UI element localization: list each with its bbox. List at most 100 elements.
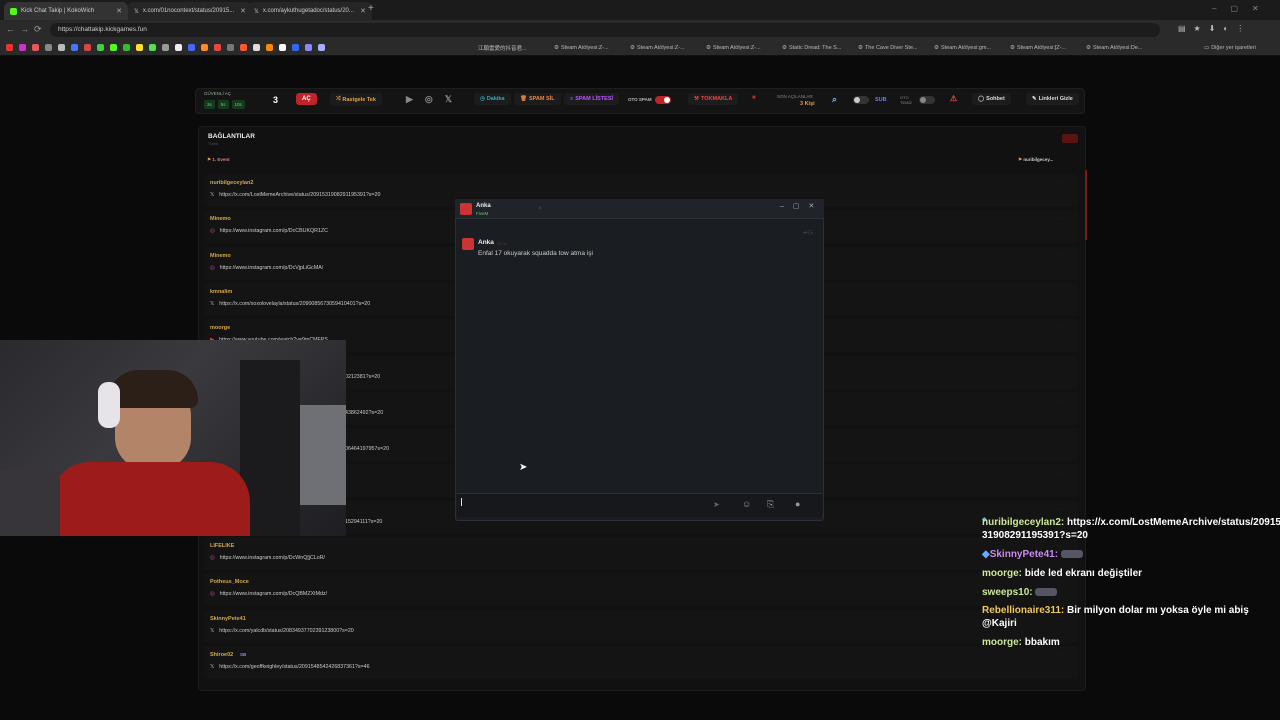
row-link-text: https://x.com/geoffkeighley/status/20915… — [219, 663, 370, 670]
browser-tab-3[interactable]: 𝕏x.com/aykuthugetadoc/status/20... ✕ — [248, 2, 372, 20]
steam-icon: ⚙ — [1010, 45, 1015, 51]
webcam-person-hair — [108, 370, 198, 408]
row-time: · · · — [1054, 397, 1061, 403]
row-link[interactable]: 06464197957s=20 — [345, 446, 389, 452]
browser-tab-1[interactable]: Kick Chat Takip | KokoWich ✕ — [4, 2, 128, 20]
table-row[interactable] — [204, 573, 1078, 607]
window-controls[interactable]: –▢✕ — [1212, 4, 1273, 13]
attach-icon[interactable]: ⎘ — [767, 499, 774, 510]
contact-avatar — [460, 203, 472, 215]
guvenli-options[interactable]: 3s 5s 10s — [204, 100, 245, 109]
address-bar[interactable]: https://chattakip.kickgames.fun — [50, 23, 1160, 37]
row-link[interactable]: 0212381?s=20 — [345, 374, 380, 380]
browser-extension-icons[interactable]: ▤★⬇◐⋮ — [1178, 24, 1252, 33]
list-icon: ≡ — [570, 96, 574, 102]
microphone-icon[interactable]: ● — [795, 499, 800, 509]
panel-subtitle: Tümü — [208, 141, 219, 146]
spam-sil-button[interactable]: 🗑 SPAM SİL — [514, 93, 561, 105]
chat-line: moorge: bbakım — [982, 637, 1060, 648]
oto-spam-toggle[interactable] — [655, 96, 671, 104]
row-username[interactable]: Shiroe02 — [210, 652, 233, 658]
row-username[interactable]: SkinnyPete41 — [210, 616, 246, 622]
sohbet-button[interactable]: ◯ Sohbet — [972, 93, 1011, 105]
row-username[interactable]: nuribilgeceylan2 — [210, 180, 253, 186]
row-time: · · · — [1054, 543, 1061, 548]
alert-icon[interactable]: ⚠ — [950, 94, 957, 103]
filter-left[interactable]: ⚑ 1. Event — [207, 157, 230, 163]
message-user: Anka — [478, 239, 494, 246]
row-username[interactable]: kmnalim — [210, 289, 232, 295]
row-link[interactable]: 𝕏https://x.com/LostMemeArchive/status/20… — [210, 192, 380, 198]
row-link-text: https://www.instagram.com/p/DcWnQ[jCLoR/ — [219, 555, 326, 561]
oto-temiz-toggle[interactable] — [919, 96, 935, 104]
chat-line: ◆SkinnyPete41: — [982, 549, 1083, 560]
x-icon: 𝕏 — [210, 663, 215, 670]
row-link[interactable]: 𝕏https://x.com/xoxolovelayla/status/2090… — [210, 301, 370, 307]
steam-icon: ⚙ — [706, 45, 711, 51]
dakika-button[interactable]: ◷ Dakika — [474, 93, 511, 105]
row-username[interactable]: Potheus_Moce — [210, 579, 249, 585]
close-icon[interactable]: ✕ — [360, 7, 366, 15]
row-username[interactable]: Minemo — [210, 253, 231, 259]
table-row[interactable] — [204, 537, 1078, 570]
row-time: · · · — [1054, 651, 1061, 657]
linkleri-gizle-button[interactable]: ✎ Linkleri Gizle — [1026, 93, 1079, 105]
row-link[interactable]: 43862492?s=20 — [345, 410, 383, 416]
bookmark-item[interactable]: ⚙ Steam Atölyesi:De... — [1086, 42, 1142, 54]
row-username[interactable]: LIFELIKE — [210, 543, 234, 549]
chat-modal — [455, 199, 824, 521]
bookmark-item[interactable]: ⚙ Steam Atölyesi:gm... — [934, 42, 991, 54]
clear-button[interactable] — [1062, 134, 1078, 143]
steam-icon: ⚙ — [934, 45, 939, 51]
other-bookmarks[interactable]: ▭ Diğer yer işaretleri — [1204, 42, 1256, 54]
row-username[interactable]: Minemo — [210, 216, 231, 222]
bookmark-icons[interactable] — [6, 44, 325, 51]
nav-buttons[interactable]: ←→⟳ — [6, 24, 47, 35]
row-username[interactable]: moorge — [210, 325, 230, 331]
row-link-text: 06464197957s=20 — [345, 446, 390, 453]
row-link[interactable]: ◎ https://www.instagram.com/p/DcVjpLiGcMA… — [210, 265, 323, 271]
row-link[interactable]: 𝕏https://x.com/yalcdb/status/20834937702… — [210, 628, 354, 634]
webcam-background-window — [293, 405, 346, 505]
close-icon[interactable]: ✕ — [240, 7, 246, 15]
bookmark-item[interactable]: ⚙ Steam Atölyesi:Z-... — [554, 42, 609, 54]
bookmark-item[interactable]: ⚙ Steam Atölyesi:Z-... — [706, 42, 761, 54]
send-icon[interactable]: ➤ — [713, 500, 720, 509]
browser-tab-2[interactable]: 𝕏x.com/01nocontext/status/20915... ✕ — [128, 2, 252, 20]
instagram-icon: ◎ — [210, 591, 215, 598]
row-link[interactable]: ◎ https://www.instagram.com/p/DcQBMZXtMdz… — [210, 591, 327, 597]
bookmark-item[interactable]: ⚙ Static Dread: The S... — [782, 42, 841, 54]
bookmark-item[interactable]: ⚙ Steam Atölyesi:[Z-... — [1010, 42, 1066, 54]
scrollbar[interactable] — [1085, 170, 1087, 240]
spam-listesi-button[interactable]: ≡ SPAM LİSTESİ — [564, 93, 620, 105]
social-icons[interactable]: ▶ ◎ 𝕏 — [406, 94, 452, 105]
table-row[interactable] — [204, 609, 1078, 643]
row-link[interactable]: ◎ https://www.instagram.com/p/DcWnQ[jCLoR… — [210, 555, 325, 561]
modal-window-controls[interactable]: –▢✕ — [780, 202, 823, 210]
row-link-text: https://www.instagram.com/p/DcQBMZXtMdz/ — [219, 591, 328, 598]
stop-icon[interactable]: ■ — [752, 95, 756, 101]
bookmark-item[interactable]: ⚙ Steam Atölyesi:Z-... — [630, 42, 685, 54]
filter-right[interactable]: ⚑ nuribilgecey... — [1018, 157, 1053, 163]
row-link[interactable]: 15294111?s=20 — [345, 519, 382, 525]
bookmark-item[interactable]: 江願雲愛的抖音君... — [478, 42, 527, 54]
count-display: 3 — [273, 95, 279, 105]
sub-toggle[interactable] — [853, 96, 869, 104]
add-contact-icon[interactable]: +⚇ — [803, 229, 813, 237]
youtube-icon: ▶ — [406, 94, 413, 104]
rastgele-button[interactable]: ⤮ Rastgele Tek — [330, 93, 382, 106]
close-icon[interactable]: ✕ — [116, 7, 122, 15]
emoji-icon[interactable]: ☺ — [742, 499, 751, 509]
search-icon[interactable]: ⌕ — [832, 94, 837, 105]
bookmark-item[interactable]: ⚙ The Cave Diver Ste... — [858, 42, 918, 54]
son-acilanlar-value: 3 Kişi — [800, 101, 815, 107]
row-link[interactable]: ◎ https://www.instagram.com/p/DcCBUKQR1ZC — [210, 228, 328, 234]
ac-button[interactable]: AÇ — [296, 93, 317, 105]
tokmakla-button[interactable]: ⚒ TOKMAKLA — [688, 93, 739, 105]
row-time: · · · — [1054, 470, 1061, 476]
new-tab-button[interactable]: + — [368, 3, 374, 14]
steam-icon: ⚙ — [630, 45, 635, 51]
row-link[interactable]: 𝕏https://x.com/geoffkeighley/status/2091… — [210, 664, 370, 670]
close-tab-icon[interactable]: × — [538, 206, 542, 212]
table-row[interactable] — [204, 645, 1078, 679]
